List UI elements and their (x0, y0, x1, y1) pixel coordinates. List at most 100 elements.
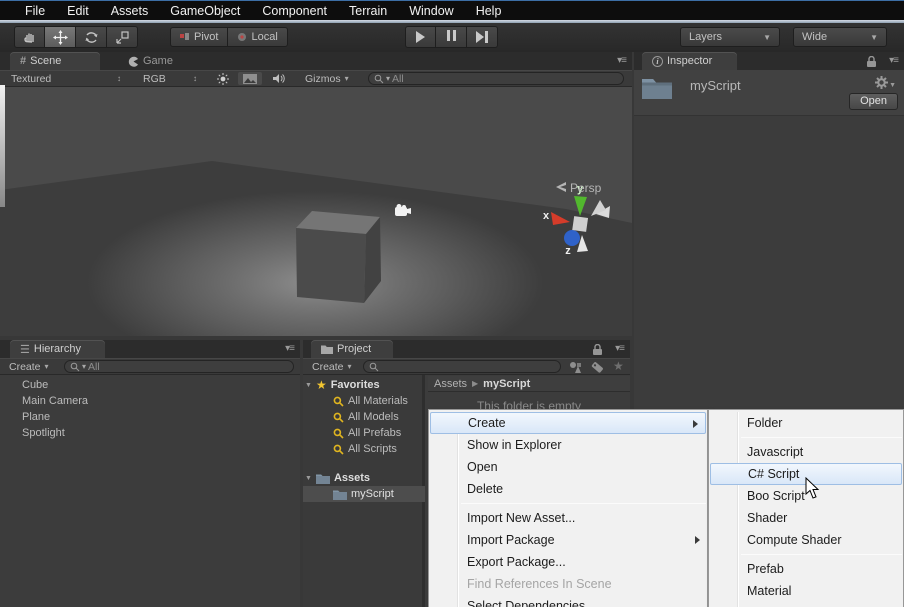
move-tool-button[interactable] (45, 26, 76, 48)
favorite-all-materials[interactable]: All Materials (333, 393, 408, 409)
filter-search-icon (333, 412, 344, 423)
project-tree: ▼ ★ Favorites All Materials All Models (303, 375, 425, 607)
pivot-toggle-button[interactable]: Pivot (170, 27, 228, 47)
menu-gameobject[interactable]: GameObject (159, 4, 251, 18)
hierarchy-item-cube[interactable]: Cube (22, 377, 48, 393)
layout-dropdown[interactable]: Wide ▼ (793, 27, 887, 47)
layers-dropdown[interactable]: Layers ▼ (680, 27, 780, 47)
menu-terrain[interactable]: Terrain (338, 4, 398, 18)
image-icon (243, 74, 257, 84)
gizmos-dropdown[interactable]: Gizmos ▾ (300, 72, 356, 85)
tab-project[interactable]: Project (311, 340, 393, 358)
menu-file[interactable]: File (14, 4, 56, 18)
search-by-type-icon[interactable] (569, 361, 582, 373)
search-by-label-icon[interactable] (591, 361, 604, 373)
folder-icon (642, 76, 672, 99)
filter-search-icon (333, 444, 344, 455)
pause-button[interactable] (436, 26, 467, 48)
open-button[interactable]: Open (849, 93, 898, 110)
skybox-toggle[interactable] (238, 72, 262, 85)
lighting-toggle[interactable] (212, 72, 234, 85)
channel-label: RGB (143, 73, 166, 85)
menu-item-import-new-asset[interactable]: Import New Asset... (429, 507, 707, 529)
tab-scene[interactable]: # Scene (10, 52, 100, 70)
tab-game[interactable]: Game (118, 52, 193, 70)
menu-item-delete[interactable]: Delete (429, 478, 707, 500)
submenu-item-prefab[interactable]: Prefab (709, 558, 903, 580)
chevron-down-icon: ▾ (82, 362, 86, 371)
submenu-item-javascript[interactable]: Javascript (709, 441, 903, 463)
project-search-input[interactable] (363, 360, 561, 373)
hierarchy-search-input[interactable]: ▾ All (64, 360, 294, 373)
hierarchy-item-plane[interactable]: Plane (22, 409, 50, 425)
star-icon: ★ (316, 378, 327, 392)
local-toggle-button[interactable]: Local (228, 27, 287, 47)
hierarchy-search-value: All (88, 361, 100, 373)
persp-label: Persp (570, 181, 602, 195)
panel-menu-icon[interactable]: ▾≡ (285, 343, 294, 354)
project-tab-label: Project (337, 343, 371, 355)
filter-search-icon (333, 428, 344, 439)
favorite-all-models[interactable]: All Models (333, 409, 399, 425)
layers-label: Layers (689, 31, 722, 43)
menu-window[interactable]: Window (398, 4, 464, 18)
menu-item-select-dependencies[interactable]: Select Dependencies (429, 595, 707, 607)
scene-viewport[interactable]: y x z Persp (0, 87, 632, 336)
menu-item-export-package[interactable]: Export Package... (429, 551, 707, 573)
game-tab-label: Game (143, 55, 173, 67)
hierarchy-create-dropdown[interactable]: Create ▾ (4, 360, 54, 373)
audio-toggle[interactable] (268, 72, 290, 85)
chevron-down-icon[interactable]: ▼ (889, 82, 896, 89)
scene-search-value: All (392, 73, 404, 85)
submenu-item-compute-shader[interactable]: Compute Shader (709, 529, 903, 551)
hierarchy-item-main-camera[interactable]: Main Camera (22, 393, 88, 409)
assets-foldout[interactable]: ▼ Assets (305, 470, 370, 486)
favorites-foldout[interactable]: ▼ ★ Favorites (305, 377, 380, 393)
step-button[interactable] (467, 26, 498, 48)
breadcrumb-current[interactable]: myScript (483, 378, 530, 390)
favorite-all-scripts[interactable]: All Scripts (333, 441, 397, 457)
speaker-icon (273, 73, 285, 84)
menu-item-create[interactable]: Create (430, 412, 706, 434)
menu-component[interactable]: Component (251, 4, 338, 18)
menu-help[interactable]: Help (465, 4, 513, 18)
breadcrumb-assets[interactable]: Assets (434, 378, 467, 390)
gear-icon[interactable] (875, 76, 888, 89)
background-window-strip (0, 85, 5, 207)
lock-icon[interactable] (593, 344, 602, 355)
menu-separator (741, 554, 902, 555)
submenu-item-folder[interactable]: Folder (709, 412, 903, 434)
hierarchy-list-icon: ☰ (20, 343, 30, 356)
tab-inspector[interactable]: i Inspector (642, 52, 737, 70)
menu-edit[interactable]: Edit (56, 4, 100, 18)
menu-item-open[interactable]: Open (429, 456, 707, 478)
menu-item-import-package[interactable]: Import Package (429, 529, 707, 551)
lock-icon[interactable] (867, 56, 876, 67)
create-submenu: Folder Javascript C# Script Boo Script S… (708, 409, 904, 607)
menu-item-show-in-explorer[interactable]: Show in Explorer (429, 434, 707, 456)
rotate-tool-button[interactable] (76, 26, 107, 48)
render-mode-dropdown[interactable]: Textured ↕ (6, 72, 126, 85)
scale-tool-button[interactable] (107, 26, 138, 48)
channel-dropdown[interactable]: RGB ↕ (138, 72, 202, 85)
submenu-item-material[interactable]: Material (709, 580, 903, 602)
submenu-item-shader[interactable]: Shader (709, 507, 903, 529)
panel-menu-icon[interactable]: ▾≡ (615, 343, 624, 354)
hierarchy-item-spotlight[interactable]: Spotlight (22, 425, 65, 441)
play-button[interactable] (405, 26, 436, 48)
favorites-star-toggle-icon[interactable]: ★ (613, 359, 624, 373)
sun-icon (217, 73, 229, 85)
updown-arrow-icon: ↕ (117, 74, 121, 83)
scene-tabstrip: # Scene Game ▾≡ (0, 52, 632, 70)
hand-tool-button[interactable] (14, 26, 45, 48)
panel-menu-icon[interactable]: ▾≡ (617, 55, 626, 66)
project-folder-myscript[interactable]: myScript (303, 486, 425, 502)
tab-hierarchy[interactable]: ☰ Hierarchy (10, 340, 105, 358)
axis-z-cone[interactable] (564, 230, 580, 246)
menu-assets[interactable]: Assets (100, 4, 160, 18)
project-create-dropdown[interactable]: Create ▾ (307, 360, 357, 373)
cube-object[interactable] (296, 211, 381, 303)
panel-menu-icon[interactable]: ▾≡ (889, 55, 898, 66)
scene-search-input[interactable]: ▾ All (368, 72, 624, 85)
favorite-all-prefabs[interactable]: All Prefabs (333, 425, 401, 441)
